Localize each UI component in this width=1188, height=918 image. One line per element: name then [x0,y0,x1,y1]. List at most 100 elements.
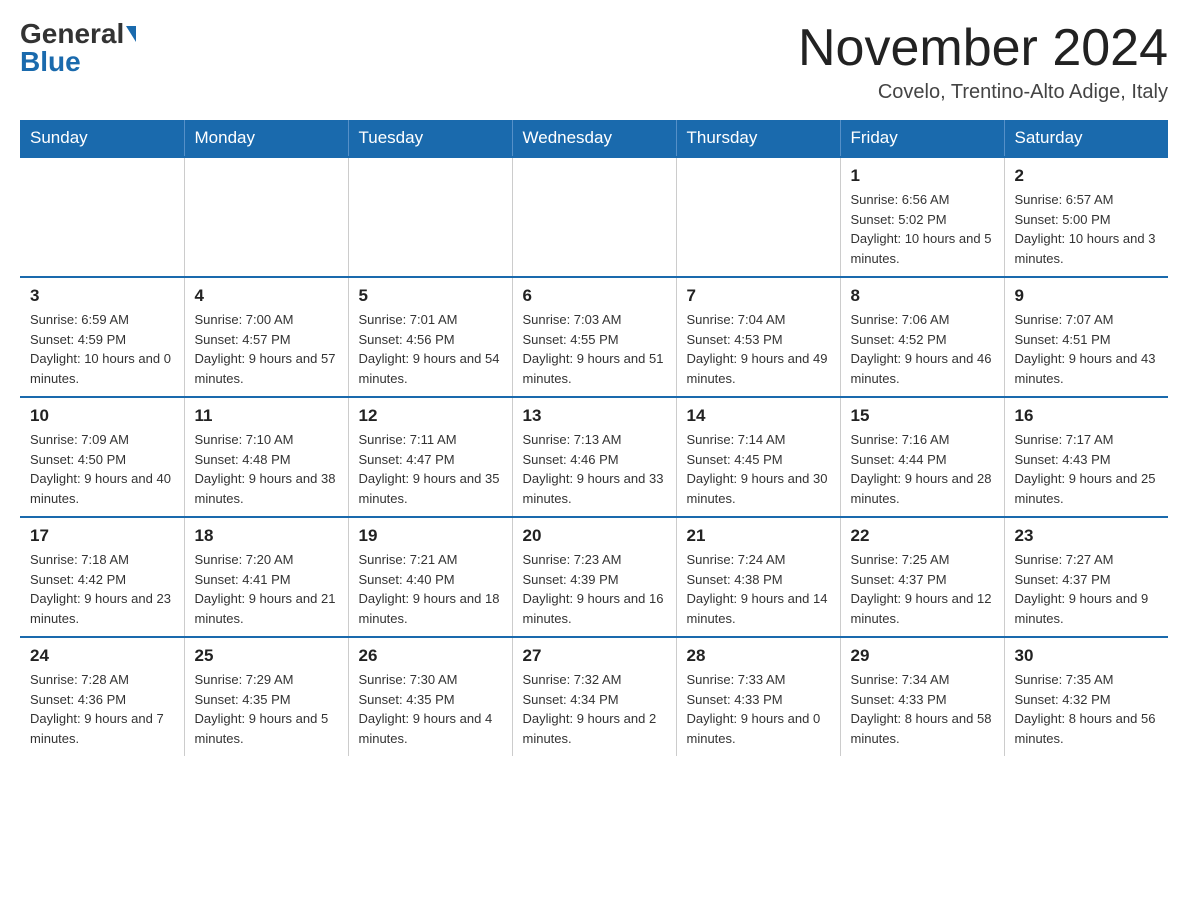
day-number: 13 [523,406,666,426]
calendar-day-cell: 29 Sunrise: 7:34 AM Sunset: 4:33 PM Dayli… [840,637,1004,756]
weekday-header-saturday: Saturday [1004,120,1168,157]
calendar-week-row: 24 Sunrise: 7:28 AM Sunset: 4:36 PM Dayli… [20,637,1168,756]
day-info: Sunrise: 7:24 AM Sunset: 4:38 PM Dayligh… [687,550,830,628]
calendar-day-cell: 18 Sunrise: 7:20 AM Sunset: 4:41 PM Dayli… [184,517,348,637]
day-number: 12 [359,406,502,426]
day-number: 1 [851,166,994,186]
day-info: Sunrise: 7:28 AM Sunset: 4:36 PM Dayligh… [30,670,174,748]
day-number: 23 [1015,526,1159,546]
calendar-day-cell: 8Sunrise: 7:06 AM Sunset: 4:52 PM Daylig… [840,277,1004,397]
day-info: Sunrise: 7:06 AM Sunset: 4:52 PM Dayligh… [851,310,994,388]
day-info: Sunrise: 7:32 AM Sunset: 4:34 PM Dayligh… [523,670,666,748]
day-number: 20 [523,526,666,546]
day-number: 25 [195,646,338,666]
calendar-day-cell: 9 Sunrise: 7:07 AM Sunset: 4:51 PM Daylig… [1004,277,1168,397]
day-number: 6 [523,286,666,306]
day-info: Sunrise: 7:10 AM Sunset: 4:48 PM Dayligh… [195,430,338,508]
day-info: Sunrise: 7:20 AM Sunset: 4:41 PM Dayligh… [195,550,338,628]
logo-general-text: General [20,20,124,48]
day-number: 24 [30,646,174,666]
day-info: Sunrise: 7:00 AM Sunset: 4:57 PM Dayligh… [195,310,338,388]
calendar-day-cell: 3Sunrise: 6:59 AM Sunset: 4:59 PM Daylig… [20,277,184,397]
calendar-day-cell: 4 Sunrise: 7:00 AM Sunset: 4:57 PM Daylig… [184,277,348,397]
calendar-day-cell: 22Sunrise: 7:25 AM Sunset: 4:37 PM Dayli… [840,517,1004,637]
day-info: Sunrise: 7:29 AM Sunset: 4:35 PM Dayligh… [195,670,338,748]
calendar-body: 1 Sunrise: 6:56 AM Sunset: 5:02 PM Daylig… [20,157,1168,756]
calendar-week-row: 17Sunrise: 7:18 AM Sunset: 4:42 PM Dayli… [20,517,1168,637]
day-info: Sunrise: 7:34 AM Sunset: 4:33 PM Dayligh… [851,670,994,748]
calendar-day-cell: 10 Sunrise: 7:09 AM Sunset: 4:50 PM Dayli… [20,397,184,517]
day-info: Sunrise: 7:16 AM Sunset: 4:44 PM Dayligh… [851,430,994,508]
day-info: Sunrise: 6:57 AM Sunset: 5:00 PM Dayligh… [1015,190,1159,268]
day-number: 19 [359,526,502,546]
calendar-day-cell: 25 Sunrise: 7:29 AM Sunset: 4:35 PM Dayli… [184,637,348,756]
day-info: Sunrise: 7:09 AM Sunset: 4:50 PM Dayligh… [30,430,174,508]
calendar-day-cell: 28Sunrise: 7:33 AM Sunset: 4:33 PM Dayli… [676,637,840,756]
day-info: Sunrise: 7:35 AM Sunset: 4:32 PM Dayligh… [1015,670,1159,748]
calendar-day-cell [184,157,348,277]
day-number: 2 [1015,166,1159,186]
calendar-day-cell: 16 Sunrise: 7:17 AM Sunset: 4:43 PM Dayli… [1004,397,1168,517]
day-number: 10 [30,406,174,426]
day-info: Sunrise: 6:59 AM Sunset: 4:59 PM Dayligh… [30,310,174,388]
calendar-day-cell: 5 Sunrise: 7:01 AM Sunset: 4:56 PM Daylig… [348,277,512,397]
logo: General Blue [20,20,136,76]
day-number: 28 [687,646,830,666]
calendar-week-row: 1 Sunrise: 6:56 AM Sunset: 5:02 PM Daylig… [20,157,1168,277]
calendar-day-cell: 6 Sunrise: 7:03 AM Sunset: 4:55 PM Daylig… [512,277,676,397]
calendar-day-cell: 27 Sunrise: 7:32 AM Sunset: 4:34 PM Dayli… [512,637,676,756]
calendar-week-row: 3Sunrise: 6:59 AM Sunset: 4:59 PM Daylig… [20,277,1168,397]
day-number: 14 [687,406,830,426]
calendar-day-cell: 14Sunrise: 7:14 AM Sunset: 4:45 PM Dayli… [676,397,840,517]
day-number: 29 [851,646,994,666]
day-info: Sunrise: 7:23 AM Sunset: 4:39 PM Dayligh… [523,550,666,628]
day-info: Sunrise: 7:21 AM Sunset: 4:40 PM Dayligh… [359,550,502,628]
location-text: Covelo, Trentino-Alto Adige, Italy [798,81,1168,104]
day-number: 30 [1015,646,1159,666]
calendar-day-cell [20,157,184,277]
day-number: 9 [1015,286,1159,306]
day-number: 4 [195,286,338,306]
day-number: 7 [687,286,830,306]
day-info: Sunrise: 7:13 AM Sunset: 4:46 PM Dayligh… [523,430,666,508]
day-info: Sunrise: 7:07 AM Sunset: 4:51 PM Dayligh… [1015,310,1159,388]
calendar-day-cell: 24 Sunrise: 7:28 AM Sunset: 4:36 PM Dayli… [20,637,184,756]
day-number: 15 [851,406,994,426]
day-info: Sunrise: 7:01 AM Sunset: 4:56 PM Dayligh… [359,310,502,388]
weekday-header-thursday: Thursday [676,120,840,157]
calendar-day-cell: 7 Sunrise: 7:04 AM Sunset: 4:53 PM Daylig… [676,277,840,397]
day-info: Sunrise: 7:27 AM Sunset: 4:37 PM Dayligh… [1015,550,1159,628]
day-number: 22 [851,526,994,546]
calendar-table: SundayMondayTuesdayWednesdayThursdayFrid… [20,120,1168,756]
day-info: Sunrise: 6:56 AM Sunset: 5:02 PM Dayligh… [851,190,994,268]
calendar-day-cell: 15 Sunrise: 7:16 AM Sunset: 4:44 PM Dayli… [840,397,1004,517]
calendar-day-cell: 20 Sunrise: 7:23 AM Sunset: 4:39 PM Dayli… [512,517,676,637]
month-title: November 2024 [798,20,1168,77]
calendar-day-cell: 30 Sunrise: 7:35 AM Sunset: 4:32 PM Dayli… [1004,637,1168,756]
day-number: 17 [30,526,174,546]
weekday-header-friday: Friday [840,120,1004,157]
day-number: 5 [359,286,502,306]
calendar-day-cell: 21Sunrise: 7:24 AM Sunset: 4:38 PM Dayli… [676,517,840,637]
day-number: 18 [195,526,338,546]
day-info: Sunrise: 7:17 AM Sunset: 4:43 PM Dayligh… [1015,430,1159,508]
calendar-day-cell: 17Sunrise: 7:18 AM Sunset: 4:42 PM Dayli… [20,517,184,637]
day-number: 11 [195,406,338,426]
calendar-day-cell: 23 Sunrise: 7:27 AM Sunset: 4:37 PM Dayli… [1004,517,1168,637]
weekday-header-sunday: Sunday [20,120,184,157]
calendar-day-cell [512,157,676,277]
calendar-header: SundayMondayTuesdayWednesdayThursdayFrid… [20,120,1168,157]
weekday-header-wednesday: Wednesday [512,120,676,157]
weekday-header-tuesday: Tuesday [348,120,512,157]
day-info: Sunrise: 7:30 AM Sunset: 4:35 PM Dayligh… [359,670,502,748]
day-info: Sunrise: 7:04 AM Sunset: 4:53 PM Dayligh… [687,310,830,388]
day-info: Sunrise: 7:11 AM Sunset: 4:47 PM Dayligh… [359,430,502,508]
calendar-day-cell: 1 Sunrise: 6:56 AM Sunset: 5:02 PM Daylig… [840,157,1004,277]
day-number: 27 [523,646,666,666]
logo-triangle-icon [126,26,136,42]
weekday-header-monday: Monday [184,120,348,157]
calendar-day-cell: 2 Sunrise: 6:57 AM Sunset: 5:00 PM Daylig… [1004,157,1168,277]
day-info: Sunrise: 7:03 AM Sunset: 4:55 PM Dayligh… [523,310,666,388]
title-section: November 2024 Covelo, Trentino-Alto Adig… [798,20,1168,104]
day-number: 16 [1015,406,1159,426]
